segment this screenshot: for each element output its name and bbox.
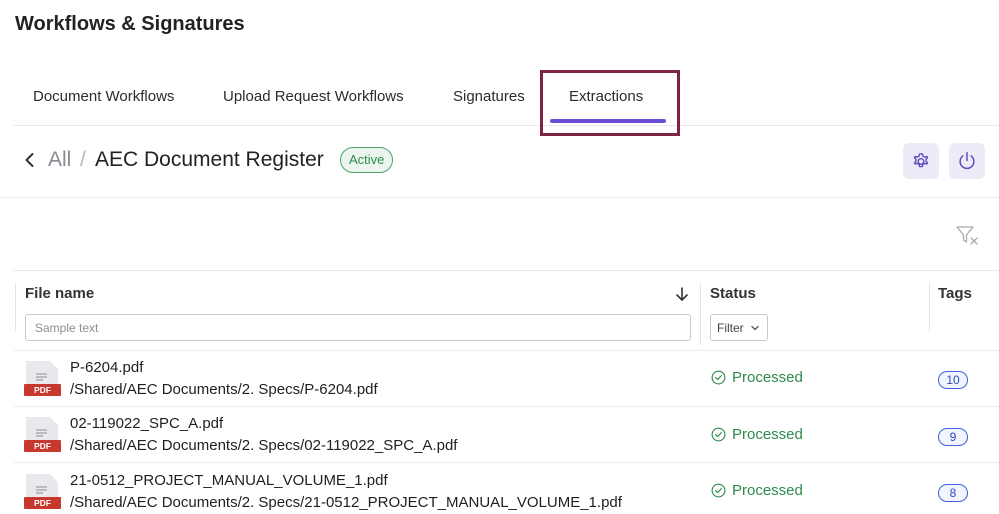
power-icon [959,152,975,170]
file-name-link[interactable]: 02-119022_SPC_A.pdf [70,415,223,432]
pdf-file-icon[interactable]: PDF [24,360,61,397]
file-path: /Shared/AEC Documents/2. Specs/21-0512_P… [70,494,622,511]
status-text: Processed [732,369,803,386]
chevron-down-icon [751,325,759,330]
tab-upload-request-workflows[interactable]: Upload Request Workflows [223,88,404,105]
check-circle-icon [711,427,726,442]
breadcrumb-current: AEC Document Register [95,148,324,171]
row-status: Processed [711,482,803,499]
back-chevron-icon[interactable] [21,151,39,169]
check-circle-icon [711,483,726,498]
status-text: Processed [732,482,803,499]
sort-down-arrow-icon[interactable] [674,286,690,302]
page-title: Workflows & Signatures [15,13,245,35]
pdf-file-icon[interactable]: PDF [24,416,61,453]
file-name-search-input[interactable] [25,314,691,341]
tab-document-workflows[interactable]: Document Workflows [33,88,174,105]
column-separator [15,283,16,331]
file-type-label: PDF [34,498,51,508]
file-type-label: PDF [34,385,51,395]
column-separator[interactable] [700,283,701,345]
filter-clear-icon[interactable] [955,224,979,246]
tags-count-badge[interactable]: 10 [938,371,968,389]
column-header-status[interactable]: Status [710,285,756,302]
tab-signatures[interactable]: Signatures [453,88,525,105]
toolbar-divider [14,270,999,271]
deactivate-button[interactable] [949,143,985,179]
row-status: Processed [711,369,803,386]
row-status: Processed [711,426,803,443]
tags-count-badge[interactable]: 8 [938,484,968,502]
column-header-tags[interactable]: Tags [938,285,972,302]
settings-gear-icon [913,153,929,168]
status-filter-label: Filter [717,320,744,335]
file-name-link[interactable]: P-6204.pdf [70,359,143,376]
breadcrumb-separator: / [80,148,86,171]
tab-bar: Document Workflows Upload Request Workfl… [14,70,999,126]
file-name-link[interactable]: 21-0512_PROJECT_MANUAL_VOLUME_1.pdf [70,472,388,489]
column-separator[interactable] [929,283,930,331]
tags-count-badge[interactable]: 9 [938,428,968,446]
breadcrumb-all-link[interactable]: All [48,148,71,172]
file-path: /Shared/AEC Documents/2. Specs/P-6204.pd… [70,381,378,398]
settings-button[interactable] [903,143,939,179]
file-type-label: PDF [34,441,51,451]
file-path: /Shared/AEC Documents/2. Specs/02-119022… [70,437,458,454]
header-divider [0,197,999,198]
pdf-file-icon[interactable]: PDF [24,473,61,510]
column-header-file-name[interactable]: File name [25,285,94,302]
check-circle-icon [711,370,726,385]
status-text: Processed [732,426,803,443]
extractions-tab-highlight-box [540,70,680,136]
status-badge: Active [340,147,394,173]
status-filter-dropdown[interactable]: Filter [710,314,768,341]
